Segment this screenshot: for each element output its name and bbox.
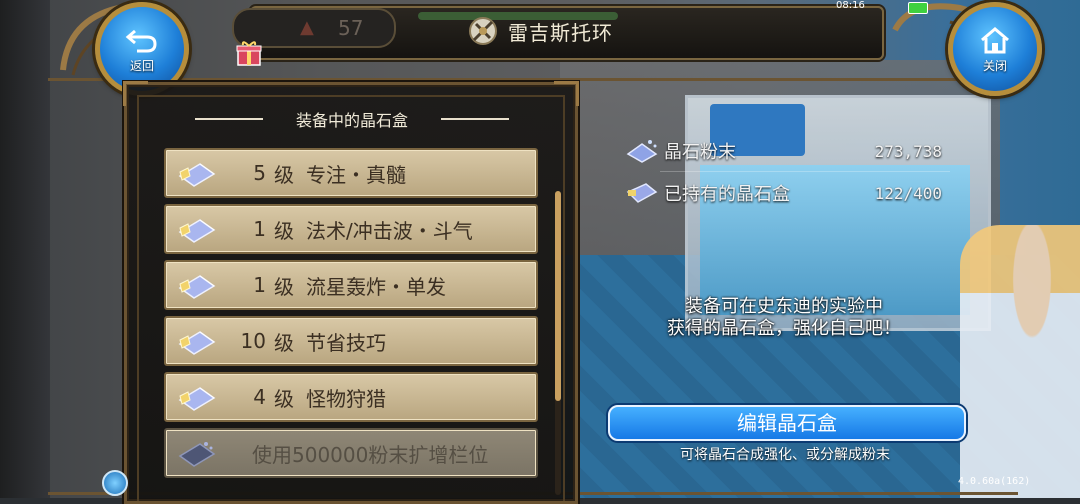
description-text: 装备可在史东迪的实验中 获得的晶石盒，强化自己吧！ [614, 296, 954, 340]
page-title: 雷吉斯托环 [508, 20, 613, 45]
close-label: 关闭 [982, 58, 1007, 73]
powder-value: 273,738 [874, 141, 942, 161]
left-frame [0, 0, 50, 498]
clock-status: 08:16 [836, 0, 865, 11]
page-title-wrap: 雷吉斯托环 [466, 14, 613, 48]
slot-skill-name: 专注・真髓 [306, 162, 406, 187]
expand-slot-label: 使用500000粉末扩增栏位 [252, 442, 489, 467]
crystal-slot[interactable]: 4 级怪物狩猎 [164, 372, 538, 422]
crystal-gem-icon [178, 387, 216, 411]
warning-icon: ▲ [300, 17, 314, 38]
slot-skill-name: 节省技巧 [306, 330, 386, 355]
slot-level: 5 [253, 161, 266, 185]
home-icon [981, 26, 1009, 53]
expand-slot-button[interactable]: 使用500000粉末扩增栏位 [164, 428, 538, 478]
crystal-gem-icon [178, 275, 216, 299]
info-divider [660, 171, 950, 172]
slot-level: 10 [240, 329, 266, 353]
crystal-box-icon [626, 183, 658, 203]
character-sprite [960, 225, 1080, 498]
crystal-slot[interactable]: 1 级流星轰炸・单发 [164, 260, 538, 310]
slot-level: 4 [253, 385, 266, 409]
crystal-gem-icon [178, 219, 216, 243]
top-frame-line [48, 78, 1018, 81]
boxes-label: 已持有的晶石盒 [664, 184, 790, 205]
crystal-powder-icon [626, 140, 658, 163]
crystal-slot[interactable]: 1 级法术/冲击波・斗气 [164, 204, 538, 254]
description-line-1: 装备可在史东迪的实验中 [685, 296, 883, 317]
powder-label: 晶石粉末 [664, 142, 736, 163]
hp-value: 57 [338, 16, 364, 40]
menu-orb-icon[interactable] [102, 470, 128, 496]
gift-icon[interactable] [234, 38, 264, 68]
battery-icon [908, 2, 928, 14]
edit-hint: 可将晶石合成强化、或分解成粉末 [680, 447, 890, 463]
boxes-row: 已持有的晶石盒 122/400 [624, 176, 942, 210]
crystal-slot[interactable]: 5 级专注・真髓 [164, 148, 538, 198]
slot-level: 1 [253, 273, 266, 297]
crystal-gem-icon [178, 331, 216, 355]
guild-emblem-icon [469, 17, 497, 45]
panel-scrollbar[interactable] [555, 191, 561, 495]
panel-corner [554, 81, 579, 106]
slot-skill-name: 法术/冲击波・斗气 [306, 218, 473, 243]
description-line-2: 获得的晶石盒，强化自己吧！ [667, 318, 901, 339]
crystal-slot[interactable]: 10 级节省技巧 [164, 316, 538, 366]
back-label: 返回 [129, 58, 154, 73]
panel-corner [123, 81, 148, 106]
powder-row: 晶石粉末 273,738 [624, 134, 942, 168]
slot-level-word: 级 [274, 330, 294, 355]
boxes-value: 122/400 [874, 183, 942, 203]
crystal-powder-icon [178, 442, 216, 467]
back-arrow-icon [125, 29, 157, 52]
close-button[interactable]: 关闭 [948, 2, 1042, 96]
panel-heading: 装备中的晶石盒 [187, 107, 517, 131]
crystal-gem-icon [178, 163, 216, 187]
slot-level-word: 级 [274, 162, 294, 187]
slot-level-word: 级 [274, 218, 294, 243]
edit-crystal-box-button[interactable]: 编辑晶石盒 [608, 405, 966, 441]
slot-level-word: 级 [274, 274, 294, 299]
slot-level: 1 [253, 217, 266, 241]
version-label: 4.0.60a(162) [958, 476, 1031, 487]
slot-skill-name: 怪物狩猎 [306, 386, 386, 411]
slot-skill-name: 流星轰炸・单发 [306, 274, 446, 299]
slot-level-word: 级 [274, 386, 294, 411]
scrollbar-thumb[interactable] [555, 191, 561, 401]
